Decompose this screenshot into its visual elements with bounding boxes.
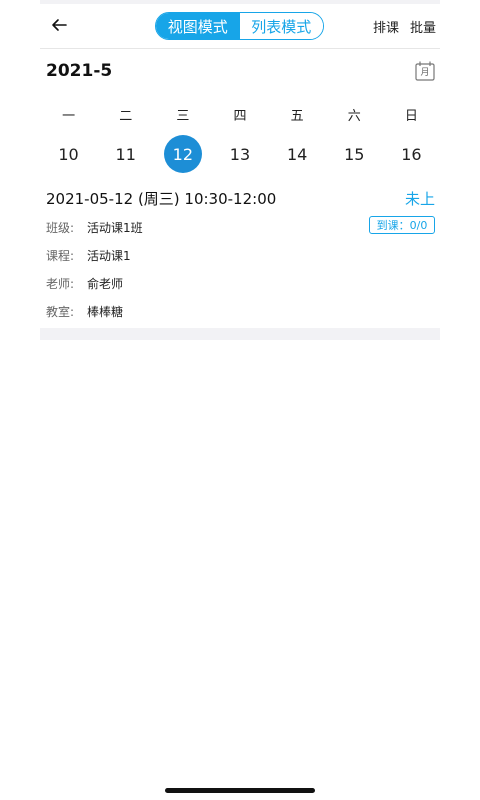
date-number: 10 xyxy=(58,144,79,164)
attendance-badge: 到课：0/0 xyxy=(369,216,435,234)
class-label: 班级: xyxy=(46,221,75,235)
weekday-fri: 五 xyxy=(290,109,304,124)
section-divider xyxy=(40,328,440,340)
info-row-teacher: 老师: 俞老师 xyxy=(46,275,123,292)
home-indicator xyxy=(165,788,315,793)
info-row-class: 班级: 活动课1班 xyxy=(46,219,143,236)
weekday-sun: 日 xyxy=(404,109,418,124)
classroom-label: 教室: xyxy=(46,305,75,319)
info-row-course: 课程: 活动课1 xyxy=(46,247,131,264)
date-cell[interactable]: 16 xyxy=(383,135,440,173)
teacher-value: 俞老师 xyxy=(87,277,124,291)
date-number: 12 xyxy=(163,135,202,173)
date-number: 14 xyxy=(286,144,308,164)
top-nav-bar: 视图模式 列表模式 排课 批量 xyxy=(40,4,440,49)
tab-view-mode[interactable]: 视图模式 xyxy=(156,13,240,39)
date-number: 15 xyxy=(344,144,365,164)
course-value: 活动课1 xyxy=(87,249,131,263)
date-cell[interactable]: 11 xyxy=(97,135,154,173)
back-button[interactable] xyxy=(46,12,72,38)
date-number: 11 xyxy=(115,144,136,164)
teacher-label: 老师: xyxy=(46,277,75,291)
tab-list-mode[interactable]: 列表模式 xyxy=(239,13,323,39)
month-title: 2021-5 xyxy=(46,61,113,81)
weekday-thu: 四 xyxy=(233,109,247,124)
date-cell-selected[interactable]: 12 xyxy=(154,135,211,173)
classroom-value: 棒棒糖 xyxy=(87,305,124,319)
course-label: 课程: xyxy=(46,249,75,263)
date-cell[interactable]: 10 xyxy=(40,135,97,173)
weekday-wed: 三 xyxy=(176,109,190,124)
lesson-time[interactable]: 2021-05-12 (周三) 10:30-12:00 xyxy=(46,188,276,209)
weekday-header: 一 二 三 四 五 六 日 xyxy=(40,105,440,124)
date-number: 16 xyxy=(401,144,422,164)
month-icon-label: 月 xyxy=(420,68,430,78)
view-mode-toggle: 视图模式 列表模式 xyxy=(155,12,324,40)
weekday-tue: 二 xyxy=(119,109,133,124)
batch-button[interactable]: 批量 xyxy=(410,17,436,36)
month-calendar-icon[interactable]: 月 xyxy=(414,60,436,82)
date-number: 13 xyxy=(229,144,251,164)
date-row: 10 11 12 13 14 15 16 xyxy=(40,135,440,173)
date-cell[interactable]: 14 xyxy=(269,135,326,173)
lesson-status: 未上 xyxy=(405,190,436,208)
weekday-sat: 六 xyxy=(347,109,361,124)
schedule-button[interactable]: 排课 xyxy=(373,17,399,36)
class-value: 活动课1班 xyxy=(87,221,143,235)
date-cell[interactable]: 13 xyxy=(211,135,268,173)
info-row-classroom: 教室: 棒棒糖 xyxy=(46,303,123,320)
arrow-left-icon xyxy=(52,19,67,31)
weekday-mon: 一 xyxy=(62,109,76,124)
date-cell[interactable]: 15 xyxy=(326,135,383,173)
